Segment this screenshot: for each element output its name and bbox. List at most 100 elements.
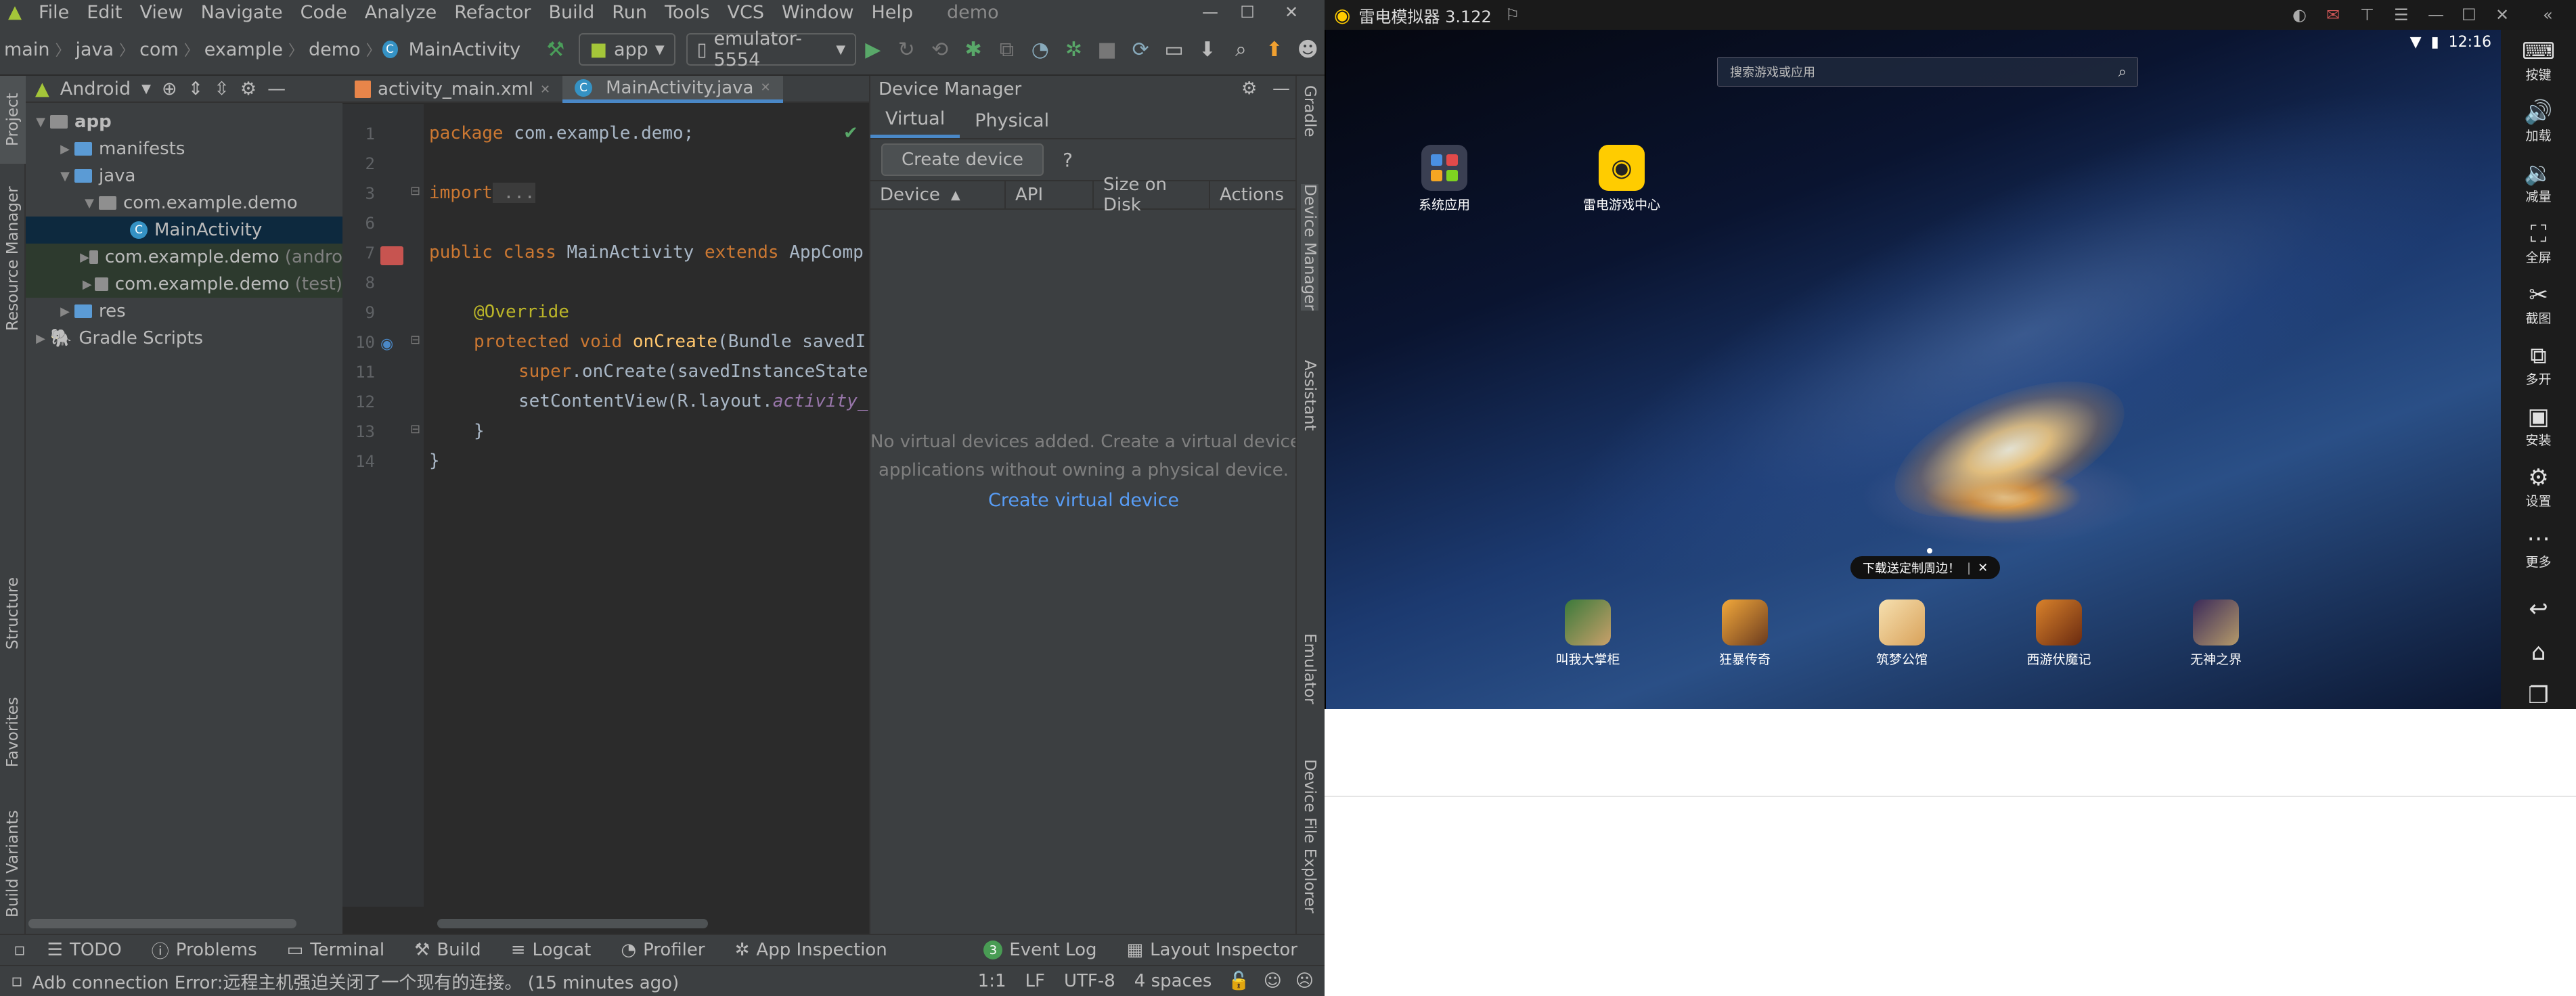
volume-down-button[interactable]: 🔉 减量 xyxy=(2501,160,2576,205)
tree-item-gradle-scripts[interactable]: ▶ 🐘 Gradle Scripts xyxy=(26,325,342,352)
status-line-separator[interactable]: LF xyxy=(1016,971,1054,991)
gear-icon[interactable]: ⚙ xyxy=(240,78,257,99)
app-system-apps[interactable]: 系统应用 xyxy=(1394,145,1495,213)
update-icon[interactable]: ⬆ xyxy=(1262,36,1286,63)
device-manager-icon[interactable]: ▭ xyxy=(1162,36,1186,63)
tree-item-java[interactable]: ▼ java xyxy=(26,162,342,189)
status-message[interactable]: Adb connection Error:远程主机强迫关闭了一个现有的连接。 (… xyxy=(32,969,680,994)
column-api[interactable]: API xyxy=(1006,181,1094,208)
tab-mainactivity-java[interactable]: C MainActivity.java ✕ xyxy=(562,76,783,103)
device-dropdown[interactable]: ▯ emulator-5554 ▼ xyxy=(686,28,857,70)
install-button[interactable]: ▣ 安装 xyxy=(2501,403,2576,449)
fold-icon[interactable]: ⊟ xyxy=(410,422,420,436)
menu-window[interactable]: Window xyxy=(773,2,862,23)
coverage-icon[interactable]: ✲ xyxy=(1062,36,1086,63)
code-line-3[interactable]: import ... xyxy=(429,183,535,203)
status-encoding[interactable]: UTF-8 xyxy=(1054,971,1125,991)
tool-tab-resource-manager[interactable]: Resource Manager xyxy=(0,171,26,346)
activity-gutter-icon[interactable] xyxy=(380,246,403,265)
tree-item-package-test[interactable]: ▶ com.example.demo (test) xyxy=(26,271,342,298)
menu-icon[interactable]: ☰ xyxy=(2394,5,2409,24)
tool-tab-project[interactable]: Project xyxy=(0,76,26,164)
app-dock-3[interactable]: 筑梦公馆 xyxy=(1851,599,1953,668)
close-tab-icon[interactable]: ✕ xyxy=(540,83,550,97)
promo-tooltip[interactable]: 下载送定制周边！ | ✕ xyxy=(1850,556,2001,579)
chevron-right-icon[interactable]: ▶ xyxy=(31,332,50,346)
help-icon[interactable]: ? xyxy=(1063,149,1073,171)
tree-item-res[interactable]: ▶ res xyxy=(26,298,342,325)
panel-toggle-icon[interactable]: ▫ xyxy=(0,971,32,991)
menu-view[interactable]: View xyxy=(131,2,192,23)
menu-run[interactable]: Run xyxy=(603,2,656,23)
chevron-down-icon[interactable]: ▼ xyxy=(55,169,74,183)
maximize-icon[interactable]: ☐ xyxy=(1228,0,1266,24)
maximize-icon[interactable]: ☐ xyxy=(2462,5,2477,24)
code-line-14[interactable]: } xyxy=(429,451,440,471)
home-button[interactable]: ⌂ xyxy=(2501,639,2576,666)
breadcrumb-mainactivity[interactable]: MainActivity xyxy=(405,39,525,60)
menu-navigate[interactable]: Navigate xyxy=(192,2,292,23)
chevron-down-icon[interactable]: ▼ xyxy=(31,115,50,129)
breadcrumb-java[interactable]: java xyxy=(71,39,118,60)
hide-panel-icon[interactable]: — xyxy=(267,78,286,99)
chevron-right-icon[interactable]: ▶ xyxy=(80,277,95,292)
app-dock-5[interactable]: 无神之界 xyxy=(2165,599,2267,668)
tool-tab-device-file-explorer[interactable]: Device File Explorer xyxy=(1301,759,1318,913)
lock-icon[interactable]: 🔓 xyxy=(1221,971,1256,991)
close-icon[interactable]: ✕ xyxy=(1272,0,1310,24)
tool-tab-gradle[interactable]: Gradle xyxy=(1301,85,1318,137)
breadcrumb-com[interactable]: com xyxy=(135,39,183,60)
menu-edit[interactable]: Edit xyxy=(78,2,131,23)
tool-tab-structure[interactable]: Structure xyxy=(0,563,26,664)
menu-tools[interactable]: Tools xyxy=(656,2,719,23)
tool-problems[interactable]: ⓘ Problems xyxy=(137,938,272,963)
column-actions[interactable]: Actions xyxy=(1210,181,1295,208)
apply-changes-icon[interactable]: ⟲ xyxy=(928,36,952,63)
tool-todo[interactable]: ☰ TODO xyxy=(32,940,137,960)
code-line-9[interactable]: @Override xyxy=(474,302,569,322)
shirt-icon[interactable]: ⊤ xyxy=(2360,5,2374,24)
gamepad-icon[interactable]: ◐ xyxy=(2292,5,2307,24)
tab-physical[interactable]: Physical xyxy=(960,103,1064,138)
expand-all-icon[interactable]: ⇕ xyxy=(188,78,204,99)
status-position[interactable]: 1:1 xyxy=(969,971,1016,991)
android-home-screen[interactable]: ▼ ▮ 12:16 搜索游戏或应用 ⌕ 系统应用 ◉ 雷电游戏中心 下载送定制周… xyxy=(1326,30,2501,709)
chevron-right-icon[interactable]: ▶ xyxy=(55,142,74,156)
project-view-selector[interactable]: Android xyxy=(60,78,131,99)
code-line-13[interactable]: } xyxy=(474,421,485,441)
minimize-icon[interactable]: — xyxy=(2428,5,2444,24)
app-ld-game-center[interactable]: ◉ 雷电游戏中心 xyxy=(1571,145,1672,213)
chevron-down-icon[interactable]: ▼ xyxy=(80,196,99,210)
panel-toggle-icon[interactable]: ▫ xyxy=(0,940,32,960)
tool-tab-build-variants[interactable]: Build Variants xyxy=(0,800,26,928)
editor-horizontal-scrollbar[interactable] xyxy=(437,919,708,928)
tool-profiler[interactable]: ◔ Profiler xyxy=(606,940,719,960)
smile-icon[interactable]: ☺ xyxy=(1257,971,1289,991)
profile-icon[interactable]: ◔ xyxy=(1028,36,1052,63)
column-size-on-disk[interactable]: Size on Disk xyxy=(1094,175,1210,215)
menu-file[interactable]: File xyxy=(30,2,78,23)
debug-icon[interactable]: ✱ xyxy=(961,36,985,63)
tree-item-app[interactable]: ▼ app xyxy=(26,108,342,135)
create-virtual-device-link[interactable]: Create virtual device xyxy=(870,490,1297,511)
tool-event-log[interactable]: 3 Event Log xyxy=(969,940,1111,960)
sync-gradle-icon[interactable]: ⟳ xyxy=(1128,36,1152,63)
fold-icon[interactable]: ⊟ xyxy=(410,333,420,347)
close-icon[interactable]: ✕ xyxy=(2495,5,2509,24)
chevron-right-icon[interactable]: ▶ xyxy=(55,304,74,319)
rerun-icon[interactable]: ↻ xyxy=(894,36,918,63)
breadcrumb-example[interactable]: example xyxy=(200,39,287,60)
multi-instance-button[interactable]: ⧉ 多开 xyxy=(2501,342,2576,388)
attach-debugger-icon[interactable]: ⧉ xyxy=(995,36,1019,63)
search-icon[interactable]: ⌕ xyxy=(1229,36,1253,63)
gear-icon[interactable]: ⚙ xyxy=(1241,78,1257,99)
column-device[interactable]: Device ▲ xyxy=(870,181,1006,208)
settings-button[interactable]: ⚙ 设置 xyxy=(2501,464,2576,510)
account-icon[interactable]: ☻ xyxy=(1296,36,1320,63)
code-line-7[interactable]: public class MainActivity extends AppCom… xyxy=(429,242,864,263)
tool-tab-assistant[interactable]: Assistant xyxy=(1301,360,1318,431)
run-config-dropdown[interactable]: ■ app ▼ xyxy=(579,33,675,66)
hide-panel-icon[interactable]: — xyxy=(1272,78,1290,99)
tool-tab-favorites[interactable]: Favorites xyxy=(0,678,26,786)
menu-build[interactable]: Build xyxy=(539,2,603,23)
